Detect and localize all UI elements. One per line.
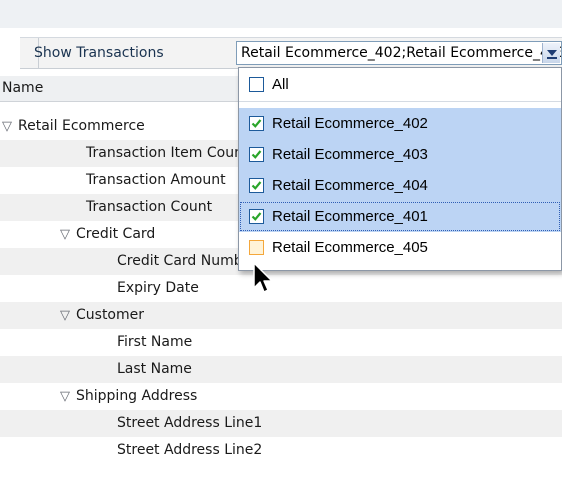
checkbox-all[interactable] [249,77,264,92]
triangle-down-icon[interactable]: ▽ [60,302,76,329]
tree-row-label: Credit Card Number [117,253,257,269]
triangle-down-icon[interactable]: ▽ [60,383,76,410]
check-icon [251,150,262,159]
tree-row-label: Street Address Line1 [117,415,263,431]
tree-row-label: Credit Card [76,226,156,242]
tree-row-label: Transaction Amount [86,172,226,188]
tree-row-label: Shipping Address [76,388,198,404]
dropdown-item-403[interactable]: Retail Ecommerce_403 [239,139,561,170]
tree-row-street-address-line2[interactable]: Street Address Line2 [0,437,562,464]
tree-row-street-address-line1[interactable]: Street Address Line1 [0,410,562,437]
tree-row-label: Street Address Line2 [117,442,263,458]
tree-row-label: Customer [76,307,145,323]
check-icon [251,119,262,128]
dropdown-item-402[interactable]: Retail Ecommerce_402 [239,108,561,139]
tree-row-shipping-address[interactable]: ▽ Shipping Address [0,383,562,410]
top-toolbar-strip [0,0,562,28]
tree-row-label: First Name [117,334,193,350]
dropdown-item-label: All [272,76,289,93]
dropdown-item-label: Retail Ecommerce_404 [272,177,428,194]
tree-row-label: Transaction Count [86,199,213,215]
tree-row-last-name[interactable]: Last Name [0,356,562,383]
show-transactions-label: Show Transactions [34,45,164,61]
tree-row-label: Expiry Date [117,280,199,296]
checkbox-checked[interactable] [249,178,264,193]
checkbox-checked[interactable] [249,116,264,131]
tree-row-customer[interactable]: ▽ Customer [0,302,562,329]
checkbox-checked[interactable] [249,209,264,224]
transactions-combo-box[interactable]: Retail Ecommerce_402;Retail Ecommerce_40… [236,41,562,65]
combo-value: Retail Ecommerce_402;Retail Ecommerce_40… [241,45,561,61]
dropdown-item-404[interactable]: Retail Ecommerce_404 [239,170,561,201]
tree-row-expiry-date[interactable]: Expiry Date [0,275,562,302]
dropdown-item-all[interactable]: All [239,69,561,100]
dropdown-separator [239,101,561,107]
triangle-down-icon[interactable]: ▽ [60,221,76,248]
dropdown-item-label: Retail Ecommerce_405 [272,239,428,256]
tree-row-label: Transaction Item Count [86,145,249,161]
check-icon [251,181,262,190]
dropdown-item-label: Retail Ecommerce_403 [272,146,428,163]
triangle-down-icon[interactable]: ▽ [2,113,18,140]
tree-row-label: Last Name [117,361,192,377]
transactions-dropdown-list: All Retail Ecommerce_402 Retail Ecommerc… [238,67,562,271]
check-icon [251,212,262,221]
dropdown-item-label: Retail Ecommerce_401 [272,208,428,225]
checkbox-checked[interactable] [249,147,264,162]
filter-row: Show Transactions Retail Ecommerce_402;R… [20,37,562,69]
chevron-down-icon[interactable] [542,43,560,63]
tree-row-first-name[interactable]: First Name [0,329,562,356]
tree-row-label: Retail Ecommerce [18,118,145,134]
dropdown-item-405[interactable]: Retail Ecommerce_405 [239,232,561,263]
dropdown-item-label: Retail Ecommerce_402 [272,115,428,132]
column-header-name[interactable]: Name [2,76,43,101]
dropdown-item-401[interactable]: Retail Ecommerce_401 [239,201,561,232]
arrow-cursor-icon [253,262,273,293]
checkbox-unchecked-hover[interactable] [249,240,264,255]
